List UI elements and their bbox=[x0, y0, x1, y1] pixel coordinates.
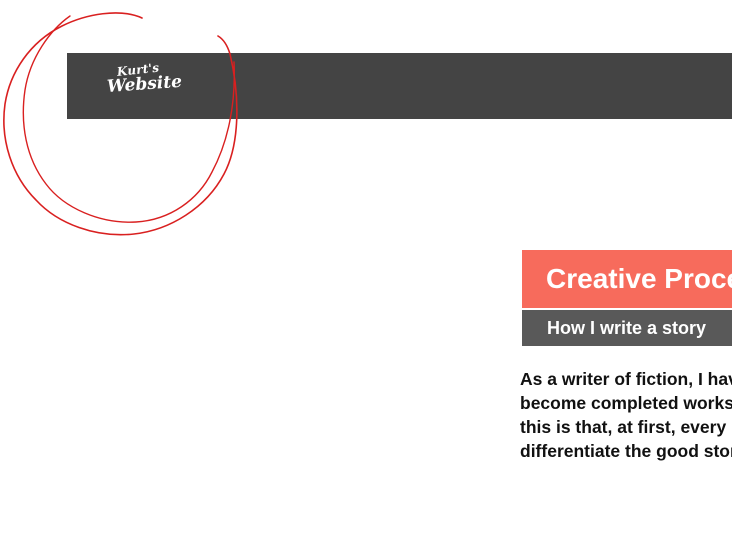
intro-line-2: become completed works and bbox=[520, 393, 732, 413]
red-circle-annotation bbox=[3, 12, 238, 236]
intro-line-1: As a writer of fiction, I have bbox=[520, 369, 732, 389]
page-title: Creative Process bbox=[522, 250, 732, 308]
intro-paragraph: As a writer of fiction, I have become co… bbox=[520, 367, 732, 463]
intro-line-4: differentiate the good stories bbox=[520, 441, 732, 461]
intro-line-3: this is that, at first, every bbox=[520, 417, 727, 437]
site-header: Kurt's Website bbox=[67, 53, 732, 119]
page-subtitle: How I write a story bbox=[522, 310, 732, 346]
annotation-stroke-outer bbox=[3, 12, 238, 236]
page: Kurt's Website Creative Process How I wr… bbox=[0, 0, 732, 549]
annotation-stroke-inner bbox=[22, 15, 235, 223]
logo-line-2: Website bbox=[106, 71, 183, 97]
site-logo[interactable]: Kurt's Website bbox=[106, 61, 183, 106]
